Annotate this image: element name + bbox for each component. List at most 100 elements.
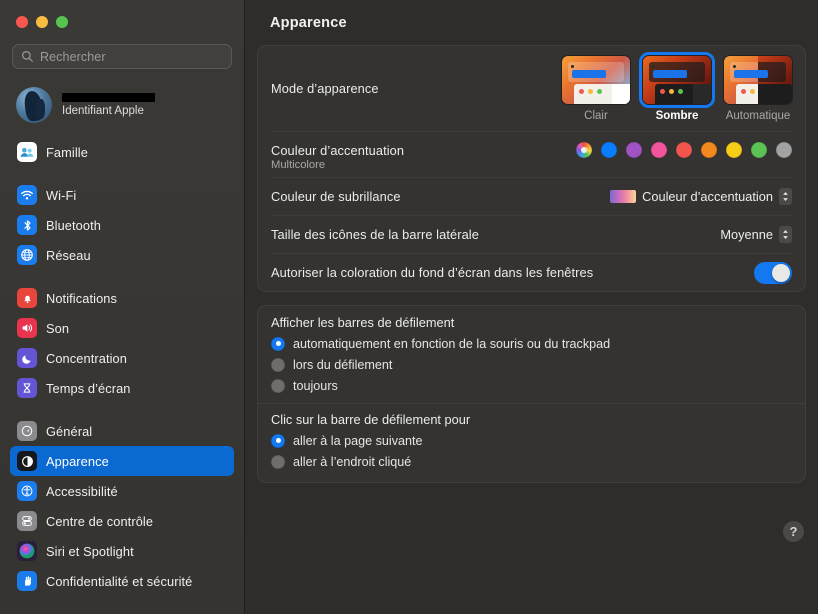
control-center-icon <box>17 511 37 531</box>
appearance-mode-sombre[interactable]: Sombre <box>639 52 715 122</box>
radio-click-next-page[interactable]: aller à la page suivante <box>271 430 792 451</box>
minimize-button[interactable] <box>36 16 48 28</box>
sidebar-item-label: Général <box>46 423 93 439</box>
appearance-thumb-auto[interactable] <box>724 56 792 104</box>
show-scrollbars-title: Afficher les barres de défilement <box>271 315 455 330</box>
sidebar-item-siri-et-spotlight[interactable]: Siri et Spotlight <box>10 536 234 566</box>
accent-swatch-bleu[interactable] <box>601 142 617 158</box>
sidebar-item-temps-decran[interactable]: Temps d’écran <box>10 373 234 403</box>
close-button[interactable] <box>16 16 28 28</box>
search-container: Rechercher <box>0 28 244 69</box>
sidebar-item-confidentialite-et-securite[interactable]: Confidentialité et sécurité <box>10 566 234 596</box>
sidebar-item-label: Bluetooth <box>46 217 101 233</box>
highlight-color-label: Couleur de subrillance <box>271 189 401 204</box>
sidebar-item-label: Temps d’écran <box>46 380 131 396</box>
help-button[interactable]: ? <box>783 521 804 542</box>
general-icon <box>17 421 37 441</box>
radio-label: aller à la page suivante <box>293 433 423 448</box>
sidebar-group-system: Notifications Son Concentration Temps d’… <box>0 283 244 403</box>
highlight-color-swatch <box>610 190 637 203</box>
apple-id-row[interactable]: Identifiant Apple <box>10 83 234 127</box>
radio-label: lors du défilement <box>293 357 393 372</box>
sidebar-icon-size-popup[interactable]: Moyenne <box>720 226 792 243</box>
search-input[interactable]: Rechercher <box>12 44 232 69</box>
radio-button[interactable] <box>271 433 285 448</box>
appearance-mode-label-sombre: Sombre <box>655 110 699 122</box>
sidebar-item-general[interactable]: Général <box>10 416 234 446</box>
chevron-updown-icon <box>779 188 792 205</box>
sidebar-item-label: Centre de contrôle <box>46 513 154 529</box>
sidebar-item-concentration[interactable]: Concentration <box>10 343 234 373</box>
sidebar-item-son[interactable]: Son <box>10 313 234 343</box>
sidebar-item-label: Son <box>46 320 70 336</box>
sidebar-group-family: Famille <box>0 137 244 167</box>
accent-swatch-orange[interactable] <box>701 142 717 158</box>
appearance-thumb-light[interactable] <box>562 56 630 104</box>
wallpaper-tinting-row: Autoriser la coloration du fond d’écran … <box>271 253 792 291</box>
wifi-icon <box>17 185 37 205</box>
radio-label: automatiquement en fonction de la souris… <box>293 336 611 351</box>
chevron-updown-icon <box>779 226 792 243</box>
radio-button[interactable] <box>271 336 285 351</box>
accent-swatch-violet[interactable] <box>626 142 642 158</box>
sidebar-item-label: Confidentialité et sécurité <box>46 573 193 589</box>
appearance-mode-automatique[interactable]: Automatique <box>724 56 792 122</box>
screen-time-icon <box>17 378 37 398</box>
sidebar-item-accessibilite[interactable]: Accessibilité <box>10 476 234 506</box>
sidebar: Rechercher Identifiant Apple Famille Wi-… <box>0 0 245 614</box>
family-icon <box>17 142 37 162</box>
accent-swatch-jaune[interactable] <box>726 142 742 158</box>
highlight-color-value: Couleur d’accentuation <box>642 189 773 204</box>
sidebar-item-label: Réseau <box>46 247 91 263</box>
accent-swatch-vert[interactable] <box>751 142 767 158</box>
appearance-mode-label: Mode d’apparence <box>271 81 379 96</box>
appearance-thumb-dark[interactable] <box>639 52 715 108</box>
wallpaper-tinting-toggle[interactable] <box>754 261 792 284</box>
search-icon <box>21 50 34 63</box>
accent-swatch-rose[interactable] <box>651 142 667 158</box>
accent-swatch-graphite[interactable] <box>776 142 792 158</box>
privacy-icon <box>17 571 37 591</box>
radio-button[interactable] <box>271 357 285 372</box>
siri-icon <box>17 541 37 561</box>
radio-label: toujours <box>293 378 338 393</box>
radio-button[interactable] <box>271 378 285 393</box>
sidebar-item-wifi[interactable]: Wi-Fi <box>10 180 234 210</box>
radio-scrollbars-always[interactable]: toujours <box>271 375 792 396</box>
sidebar-item-notifications[interactable]: Notifications <box>10 283 234 313</box>
radio-scrollbars-auto[interactable]: automatiquement en fonction de la souris… <box>271 333 792 354</box>
accent-swatch-multicolore[interactable] <box>576 142 592 158</box>
appearance-icon <box>17 451 37 471</box>
wallpaper-tinting-label: Autoriser la coloration du fond d’écran … <box>271 265 594 280</box>
appearance-mode-label-clair: Clair <box>584 110 608 122</box>
accent-color-row: Couleur d’accentuation <box>271 131 792 169</box>
accent-color-options <box>576 136 792 165</box>
radio-click-spot-clicked[interactable]: aller à l’endroit cliqué <box>271 451 792 472</box>
sidebar-item-centre-de-controle[interactable]: Centre de contrôle <box>10 506 234 536</box>
sidebar-item-label: Apparence <box>46 453 109 469</box>
sidebar-item-reseau[interactable]: Réseau <box>10 240 234 270</box>
accent-color-label: Couleur d’accentuation <box>271 143 405 158</box>
bluetooth-icon <box>17 215 37 235</box>
apple-id-text: Identifiant Apple <box>62 93 155 117</box>
appearance-mode-label-automatique: Automatique <box>725 110 791 122</box>
search-placeholder: Rechercher <box>40 49 106 64</box>
sidebar-item-bluetooth[interactable]: Bluetooth <box>10 210 234 240</box>
content-pane: Apparence Mode d’apparence Clair Sombre … <box>245 0 818 614</box>
accent-swatch-rouge[interactable] <box>676 142 692 158</box>
highlight-color-popup[interactable]: Couleur d’accentuation <box>610 188 792 205</box>
accent-swatches <box>576 142 792 158</box>
zoom-button[interactable] <box>56 16 68 28</box>
scrollbars-card: Afficher les barres de défilement automa… <box>257 305 806 483</box>
radio-scrollbars-when-scrolling[interactable]: lors du défilement <box>271 354 792 375</box>
sidebar-item-label: Accessibilité <box>46 483 118 499</box>
radio-button[interactable] <box>271 454 285 469</box>
sound-icon <box>17 318 37 338</box>
radio-label: aller à l’endroit cliqué <box>293 454 412 469</box>
appearance-mode-clair[interactable]: Clair <box>562 56 630 122</box>
sidebar-item-apparence[interactable]: Apparence <box>10 446 234 476</box>
sidebar-nav: Famille Wi-Fi Bluetooth Réseau Notificat… <box>0 137 244 596</box>
sidebar-item-label: Concentration <box>46 350 127 366</box>
sidebar-group-network: Wi-Fi Bluetooth Réseau <box>0 180 244 270</box>
sidebar-item-famille[interactable]: Famille <box>10 137 234 167</box>
